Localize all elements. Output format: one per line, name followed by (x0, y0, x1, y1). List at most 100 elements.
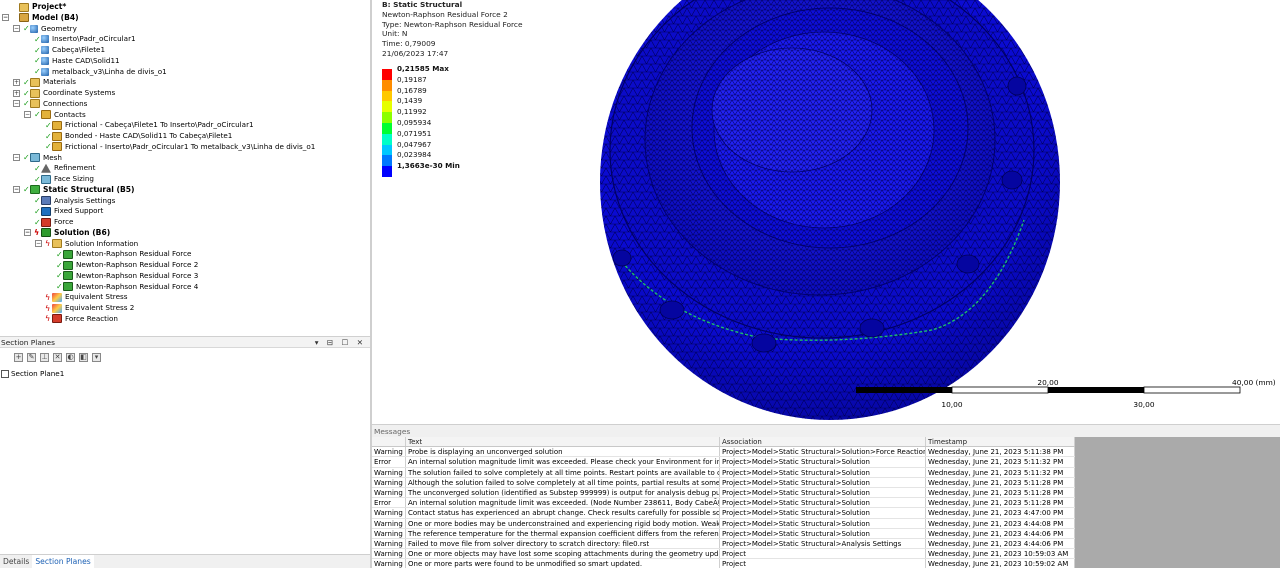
section-plane-checkbox[interactable] (1, 369, 9, 378)
message-timestamp: Wednesday, June 21, 2023 5:11:28 PM (926, 498, 1075, 508)
tree-node[interactable]: ϟ Equivalent Stress 2 (35, 303, 134, 313)
legend-value: 0,071951 (397, 128, 432, 138)
message-association: Project (720, 559, 926, 568)
model-icon (19, 13, 29, 23)
tree-node[interactable]: ✓ Haste CAD\Solid11 (24, 56, 120, 66)
tree-node[interactable]: ✓ Face Sizing (24, 174, 94, 184)
message-text: One or more parts were found to be unmod… (406, 559, 720, 568)
tree-node[interactable]: − ϟ Solution (B6) (24, 228, 110, 238)
expand-icon[interactable]: + (13, 78, 20, 86)
tree-node[interactable]: − ✓ Connections (13, 99, 87, 109)
messages-table[interactable]: Text Association Timestamp Warning Probe is … (372, 437, 1075, 568)
message-row[interactable]: Warning Contact status has experienced an… (372, 508, 1075, 519)
message-row[interactable]: Warning The unconverged solution (identif… (372, 487, 1075, 499)
column-header[interactable]: Association (720, 437, 926, 447)
section-plane-item[interactable]: Section Plane1 (0, 368, 370, 379)
message-row[interactable]: Error An internal solution magnitude limi… (372, 498, 1075, 509)
collapse-icon[interactable]: − (24, 229, 31, 237)
scale-label-30: 30,00 (1133, 400, 1154, 408)
column-header[interactable]: Text (406, 437, 720, 447)
message-timestamp: Wednesday, June 21, 2023 5:11:32 PM (926, 467, 1075, 477)
tree-node[interactable]: ✓ Force (24, 217, 73, 227)
tree-node[interactable]: − Model (B4) (2, 13, 79, 23)
tree-node[interactable]: − ϟ Solution Information (35, 239, 138, 249)
tree-node[interactable]: − ✓ Mesh (13, 153, 62, 163)
tree-node[interactable]: ✓ Newton-Raphson Residual Force 3 (46, 271, 198, 281)
edit-section-plane-icon[interactable]: ✎ (27, 353, 36, 362)
message-row[interactable]: Warning One or more parts were found to b… (372, 559, 1075, 568)
tree-node[interactable]: ✓ Refinement (24, 163, 95, 173)
tree-node[interactable]: ✓ Inserto\Padr_oCircular1 (24, 34, 136, 44)
column-header[interactable]: Timestamp (926, 437, 1075, 447)
legend-swatch (382, 144, 392, 156)
legend-value: 0,21585 Max (397, 64, 449, 73)
tree-node[interactable]: − ✓ Geometry (13, 24, 77, 34)
message-type: Warning (372, 467, 406, 477)
tab-section-planes[interactable]: Section Planes (32, 555, 94, 568)
tree-node[interactable]: ✓ Newton-Raphson Residual Force 2 (46, 260, 198, 270)
tab-details[interactable]: Details (0, 555, 32, 568)
new-section-plane-icon[interactable]: + (14, 353, 23, 362)
tree-node[interactable]: ϟ Equivalent Stress (35, 292, 127, 302)
message-row[interactable]: Warning Failed to move file from solver d… (372, 538, 1075, 550)
tree-node-label: metalback_v3\Linha de divis_o1 (52, 66, 167, 76)
tree-node[interactable]: + ✓ Coordinate Systems (13, 88, 115, 98)
tree-node[interactable]: − ✓ Static Structural (B5) (13, 185, 135, 195)
collapse-icon[interactable]: − (2, 14, 9, 22)
status-check-icon: ✓ (34, 217, 41, 227)
tree-node[interactable]: ✓ Frictional - Cabeça\Filete1 To Inserto\… (35, 120, 254, 130)
collapse-icon[interactable]: − (35, 240, 42, 247)
message-timestamp: Wednesday, June 21, 2023 4:47:00 PM (926, 508, 1075, 518)
column-header-type[interactable] (372, 437, 406, 447)
message-type: Warning (372, 549, 406, 559)
legend-swatch (382, 133, 392, 145)
status-check-icon: ✓ (23, 88, 30, 98)
message-row[interactable]: Warning One or more bodies may be underco… (372, 518, 1075, 529)
contour-legend[interactable]: 0,21585 Max 0,19187 0,16789 0,1439 0,11992 0,… (382, 64, 460, 177)
message-row[interactable]: Error An internal solution magnitude limi… (372, 457, 1075, 468)
status-lightning-icon: ϟ (45, 303, 51, 313)
tree-node[interactable]: ✓ Analysis Settings (24, 196, 115, 206)
graphics-viewport[interactable]: B: Static Structural Newton-Raphson Resi… (372, 0, 1280, 424)
message-type: Warning (372, 528, 406, 538)
tree-node[interactable]: − ✓ Contacts (24, 110, 86, 120)
res-icon (63, 249, 73, 259)
status-check-icon: ✓ (45, 142, 52, 152)
force-icon (52, 314, 62, 324)
panel-window-controls[interactable]: ▾ ⊟ ☐ ✕ (315, 337, 366, 349)
tree-node[interactable]: ✓ Newton-Raphson Residual Force 4 (46, 282, 198, 292)
tree-node-label: Project* (32, 2, 67, 11)
delete-section-plane-icon[interactable]: ✕ (53, 353, 62, 362)
tree-node[interactable]: ✓ Bonded - Haste CAD\Solid11 To Cabeça\Fi… (35, 131, 232, 141)
res-icon (63, 282, 73, 291)
message-timestamp: Wednesday, June 21, 2023 5:11:32 PM (926, 457, 1075, 467)
collapse-icon[interactable]: − (24, 111, 31, 118)
tree-node[interactable]: ✓ Newton-Raphson Residual Force (46, 249, 191, 259)
tree-node[interactable]: Project* (2, 2, 66, 12)
tree-node[interactable]: ✓ metalback_v3\Linha de divis_o1 (24, 67, 167, 77)
tree-node[interactable]: ✓ Frictional - Inserto\Padr_oCircular1 To… (35, 142, 315, 152)
tree-node-label: Mesh (43, 152, 62, 162)
collapse-icon[interactable]: − (13, 186, 20, 194)
force-icon (41, 217, 51, 227)
tree-node[interactable]: ✓ Cabeça\Filete1 (24, 45, 105, 55)
more-options-icon[interactable]: ▾ (92, 353, 101, 362)
tree-node[interactable]: + ✓ Materials (13, 77, 76, 87)
status-lightning-icon: ϟ (45, 314, 51, 324)
tree-node-label: Force Reaction (65, 313, 118, 323)
collapse-icon[interactable]: − (13, 154, 20, 161)
tree-node[interactable]: ϟ Force Reaction (35, 314, 118, 324)
show-plane-icon[interactable]: ⊥ (40, 353, 49, 362)
message-row[interactable]: Warning One or more objects may have lost… (372, 549, 1075, 560)
message-row[interactable]: Warning The solution failed to solve comp… (372, 467, 1075, 478)
collapse-icon[interactable]: − (13, 100, 20, 108)
message-row[interactable]: Warning The reference temperature for the… (372, 528, 1075, 539)
capping-icon[interactable]: ◐ (66, 353, 75, 362)
message-row[interactable]: Warning Although the solution failed to s… (372, 477, 1075, 488)
collapse-icon[interactable]: − (13, 25, 20, 32)
expand-icon[interactable]: + (13, 89, 20, 97)
folder-icon (19, 2, 29, 12)
tree-node[interactable]: ✓ Fixed Support (24, 206, 103, 216)
whole-elements-icon[interactable]: ◧ (79, 353, 88, 362)
message-row[interactable]: Warning Probe is displaying an unconverge… (372, 447, 1075, 458)
